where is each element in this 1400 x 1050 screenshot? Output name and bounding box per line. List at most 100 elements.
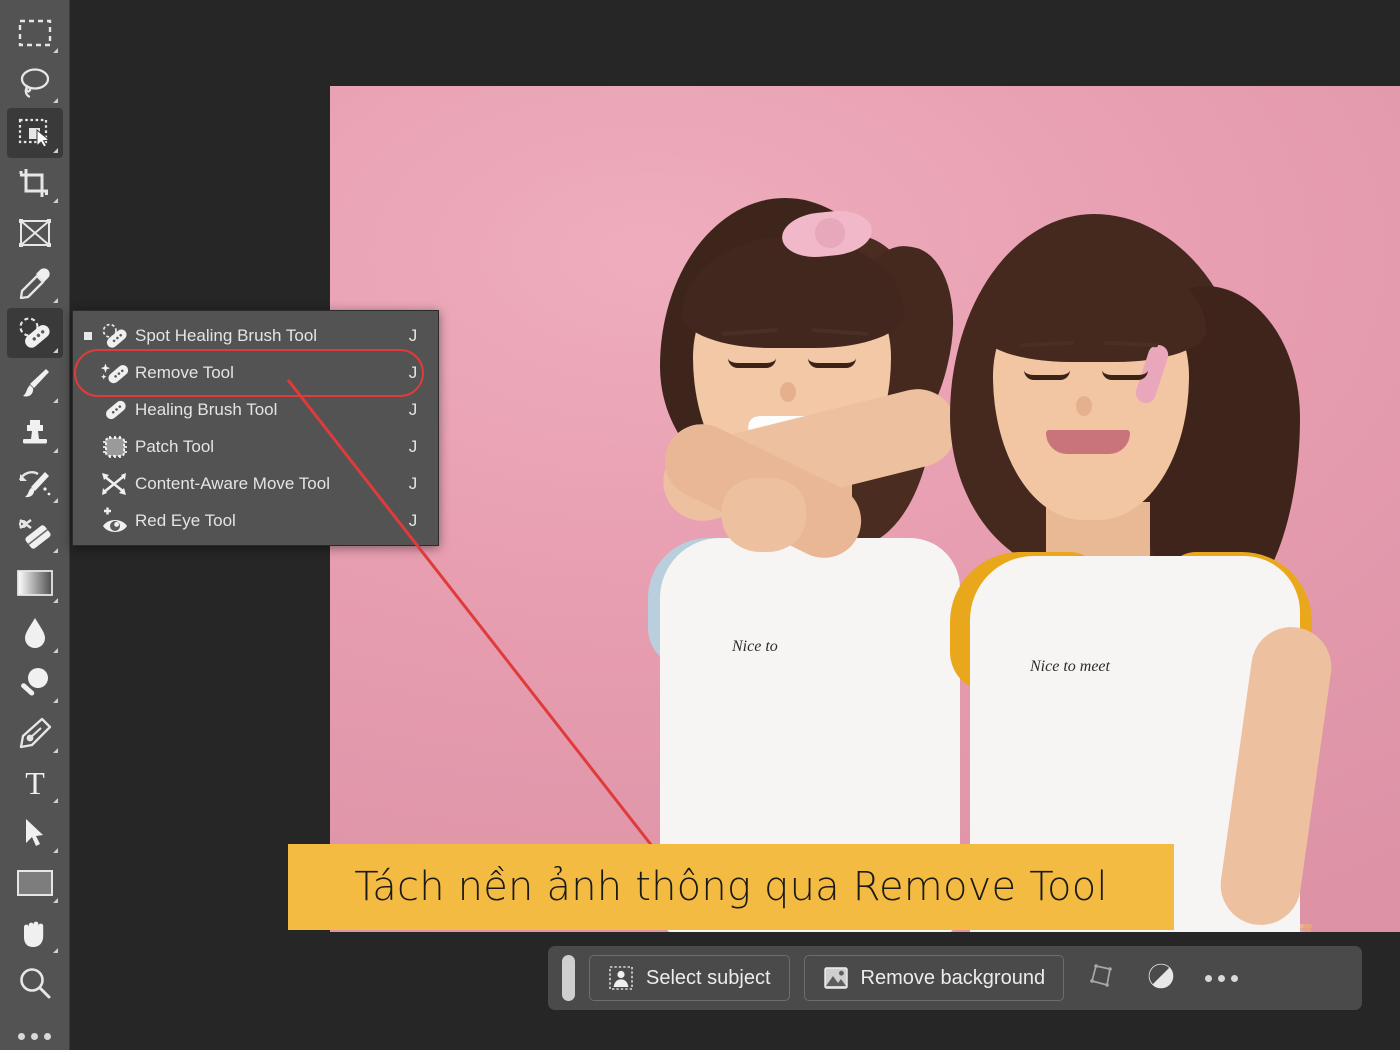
menu-item-healing-brush-tool[interactable]: Healing Brush Tool J [73,391,438,428]
flyout-corner [52,948,58,953]
transform-quad-icon [1088,963,1114,994]
select-subject-label: Select subject [646,966,771,989]
clone-stamp-icon [22,420,47,444]
dodge-icon [20,668,48,696]
subject-right-mouth [1046,430,1130,454]
object-selection-icon [18,118,50,148]
tool-rectangle[interactable] [7,858,63,908]
flyout-corner [52,348,58,353]
subject-left-hand [722,478,806,552]
tool-pen[interactable] [7,708,63,758]
tool-eraser[interactable] [7,508,63,558]
flyout-corner [52,798,58,803]
person-selection-icon [608,965,634,991]
spot-healing-brush-icon [18,317,50,348]
menu-item-label: Healing Brush Tool [135,399,278,419]
menu-item-remove-tool[interactable]: Remove Tool J [73,354,438,391]
remove-background-button[interactable]: Remove background [803,955,1065,1001]
healing-tools-flyout[interactable]: Spot Healing Brush Tool J Remove Tool J … [72,310,439,546]
flyout-corner [52,148,58,153]
toolbar-top-spacer [0,0,69,8]
tool-frame[interactable] [7,208,63,258]
menu-item-label: Content-Aware Move Tool [135,473,330,493]
caption-text: Tách nền ảnh thông qua Remove Tool [354,864,1108,910]
subject-right-eye [1102,370,1148,380]
tool-lasso[interactable] [7,58,63,108]
contextual-task-bar[interactable]: Select subject Remove background [548,946,1362,1010]
tools-panel[interactable]: T [0,0,70,1050]
menu-item-shortcut: J [408,510,418,530]
tool-dodge[interactable] [7,658,63,708]
tool-gradient[interactable] [7,558,63,608]
history-brush-icon [18,471,50,498]
edit-toolbar-button[interactable] [0,1033,69,1040]
select-subject-button[interactable]: Select subject [589,955,790,1001]
pen-icon [19,717,51,749]
transform-button[interactable] [1078,955,1124,1001]
flyout-corner [52,448,58,453]
tool-clone-stamp[interactable] [7,408,63,458]
flyout-corner [52,48,58,53]
dot [31,1033,38,1040]
rectangle-shape-icon [16,870,53,896]
menu-item-shortcut: J [408,362,418,382]
tool-eyedropper[interactable] [7,258,63,308]
menu-item-spot-healing-brush-tool[interactable]: Spot Healing Brush Tool J [73,317,438,354]
rectangular-marquee-icon [18,19,51,47]
flyout-corner [52,898,58,903]
spot-healing-brush-icon [95,323,135,349]
tool-brush[interactable] [7,358,63,408]
more-dots-icon [1204,974,1238,982]
menu-item-content-aware-move-tool[interactable]: Content-Aware Move Tool J [73,465,438,502]
menu-item-shortcut: J [408,436,418,456]
flyout-corner [52,698,58,703]
dot [1204,974,1212,982]
half-circle-icon [1147,962,1175,995]
menu-item-red-eye-tool[interactable]: Red Eye Tool J [73,502,438,539]
tool-rectangular-marquee[interactable] [7,8,63,58]
image-mountain-icon [823,965,849,991]
drag-grip-handle[interactable] [562,955,575,1001]
tool-spot-healing-brush[interactable] [6,308,63,358]
flyout-corner [52,848,58,853]
flyout-corner [52,298,58,303]
subject-right-shirt-text: Nice to meet [1030,658,1110,675]
menu-item-label: Patch Tool [135,436,215,456]
flyout-corner [52,398,58,403]
tool-blur[interactable] [7,608,63,658]
subject-left-hair-bow-knot [815,218,845,248]
photo-document[interactable]: Nice to Nice to meet [330,86,1400,932]
zoom-magnifier-icon [19,968,50,999]
path-selection-arrow-icon [25,819,43,846]
menu-item-shortcut: J [408,473,418,493]
more-options-button[interactable] [1198,955,1244,1001]
subject-right-eye [1024,370,1070,380]
flyout-corner [52,598,58,603]
flyout-corner [52,548,58,553]
tool-object-selection[interactable] [6,108,63,158]
lasso-icon [20,68,49,98]
menu-item-shortcut: J [408,325,418,345]
flyout-corner [52,748,58,753]
eyedropper-icon [19,268,50,299]
tool-type[interactable]: T [7,758,63,808]
menu-item-patch-tool[interactable]: Patch Tool J [73,428,438,465]
flyout-corner [52,498,58,503]
tool-hand[interactable] [7,908,63,958]
subject-right-nose [1076,396,1092,416]
hand-icon [23,921,43,947]
eraser-icon [18,519,51,549]
adjustment-button[interactable] [1138,955,1184,1001]
svg-text:T: T [25,767,45,799]
tool-path-selection[interactable] [7,808,63,858]
dot [1230,974,1238,982]
photoshop-window: T Nice to Nice to meet Spot Healing Brus… [0,0,1400,1050]
brush-icon [22,369,49,397]
tool-zoom[interactable] [7,958,63,1008]
type-icon: T [25,767,45,799]
tool-history-brush[interactable] [7,458,63,508]
tool-crop[interactable] [7,158,63,208]
healing-brush-icon [95,397,135,423]
subject-left-eye [808,358,856,368]
dot [1217,974,1225,982]
